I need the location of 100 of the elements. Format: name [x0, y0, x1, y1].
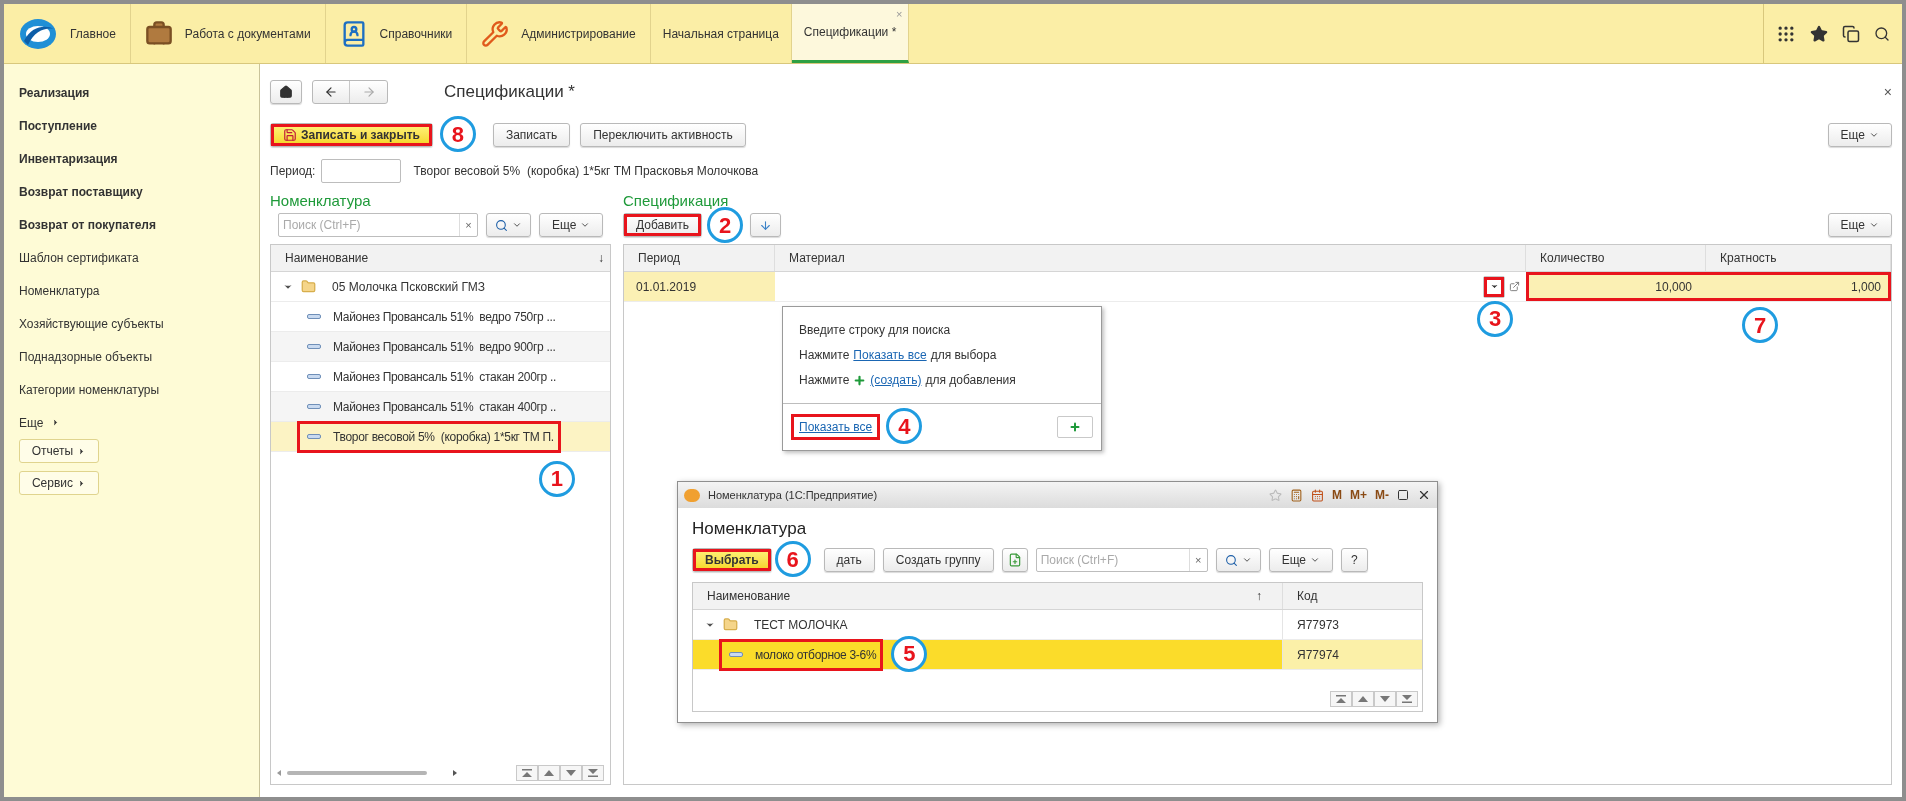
copy-add-button[interactable] [1001, 548, 1028, 572]
search-icon [1224, 553, 1238, 567]
search-button[interactable] [486, 213, 531, 237]
up-icon [544, 769, 554, 777]
toolbar-button[interactable]: Записать [492, 123, 571, 147]
section-title: Номенклатура [270, 191, 372, 211]
sidebar-item[interactable]: Хозяйствующие субъекты [19, 307, 259, 340]
sidebar-button[interactable]: Сервис [19, 471, 99, 495]
sidebar-item[interactable]: Возврат поставщику [19, 175, 259, 208]
search-field[interactable]: Поиск (Ctrl+F) × [1035, 548, 1208, 572]
period-field[interactable] [321, 159, 402, 183]
link[interactable]: Показать все [853, 346, 927, 364]
open-icon[interactable] [1509, 281, 1520, 292]
sidebar-item[interactable]: Поднадзорные объекты [19, 340, 259, 373]
first-button[interactable] [1330, 691, 1352, 707]
hint-text: для выбора [930, 347, 997, 364]
search-button[interactable] [1215, 548, 1261, 572]
last-button[interactable] [582, 765, 604, 781]
wrench-icon [481, 19, 510, 48]
section-button[interactable]: Справочники [325, 4, 468, 63]
up-button[interactable] [1352, 691, 1374, 707]
down-button[interactable] [1374, 691, 1396, 707]
scrollbar[interactable] [277, 768, 457, 778]
memory-button[interactable]: M [1332, 486, 1342, 504]
link[interactable]: (создать) [870, 371, 922, 389]
tab[interactable]: Начальная страница [650, 4, 792, 63]
column-header[interactable]: Код [1282, 583, 1422, 609]
search-field[interactable]: Поиск (Ctrl+F) × [278, 213, 478, 237]
sidebar-item[interactable]: Поступление [19, 109, 259, 142]
close-button[interactable]: × [1883, 81, 1892, 103]
item-icon [307, 374, 321, 379]
clear-button[interactable]: × [459, 214, 477, 236]
sidebar-item[interactable]: Категории номенклатуры [19, 373, 259, 406]
caret-icon [1310, 555, 1321, 565]
add-button[interactable] [1057, 416, 1093, 438]
up-button[interactable] [538, 765, 560, 781]
more-button[interactable]: Еще [1268, 548, 1334, 572]
sidebar-button[interactable]: Отчеты [19, 439, 99, 463]
highlight-frame [1484, 276, 1504, 297]
column-header[interactable]: Наименование [285, 249, 369, 267]
memory-button[interactable]: M+ [1350, 486, 1367, 504]
move-down-button[interactable] [750, 213, 782, 237]
column-header[interactable]: Кратность [1706, 245, 1891, 271]
tree-row[interactable]: Майонез Провансаль 51% ведро 900гр ... [271, 332, 610, 362]
sidebar-item[interactable]: Возврат от покупателя [19, 208, 259, 241]
down-button[interactable] [560, 765, 582, 781]
section-button[interactable]: Работа с документами [130, 4, 326, 63]
callout-number: 3 [1477, 300, 1513, 337]
column-header[interactable]: Период [624, 245, 775, 271]
last-button[interactable] [1396, 691, 1418, 707]
clear-button[interactable]: × [1188, 549, 1207, 571]
search-icon [495, 218, 508, 232]
memory-button[interactable]: M- [1375, 486, 1389, 504]
column-header[interactable]: Наименование ↑ [693, 583, 1282, 609]
close-icon[interactable] [1417, 488, 1431, 502]
toolbar-button[interactable]: Переключить активность [580, 123, 746, 147]
sort-indicator[interactable]: ↓ [598, 249, 604, 267]
up-icon [1358, 695, 1368, 703]
more-button[interactable]: Еще [1827, 213, 1892, 237]
plus-icon [1069, 421, 1081, 433]
sidebar-item[interactable]: Инвентаризация [19, 142, 259, 175]
star-icon[interactable] [1269, 488, 1282, 502]
column-header[interactable]: Материал [775, 245, 1526, 271]
folder-icon [723, 617, 738, 632]
toolbar-button[interactable]: Создать группу [882, 548, 994, 572]
last-icon [1402, 695, 1412, 703]
more-button[interactable]: Еще [539, 213, 604, 237]
logo-icon [18, 16, 58, 51]
first-button[interactable] [516, 765, 538, 781]
maximize-icon[interactable] [1397, 489, 1409, 501]
home-button[interactable] [270, 80, 302, 104]
toolbar-button[interactable]: дать [823, 548, 875, 572]
file-plus-icon [1007, 553, 1022, 567]
sort-indicator[interactable]: ↑ [1256, 587, 1262, 605]
section-button[interactable]: Администрирование [467, 4, 651, 63]
tree-row[interactable]: ТЕСТ МОЛОЧКА Я77973 [693, 610, 1422, 640]
callout-number: 6 [774, 541, 811, 577]
section-button[interactable]: Главное [4, 4, 131, 63]
star-icon[interactable] [1810, 24, 1828, 43]
caret-icon [1241, 555, 1252, 565]
help-button[interactable]: ? [1341, 548, 1368, 572]
tree-row[interactable]: Майонез Провансаль 51% стакан 400гр .. [271, 392, 610, 422]
item-icon [729, 652, 743, 657]
tab[interactable]: Спецификации * × [791, 4, 910, 63]
calculator-icon[interactable] [1290, 488, 1303, 502]
callout-number: 4 [886, 408, 923, 444]
sidebar-item[interactable]: Шаблон сертификата [19, 241, 259, 274]
sidebar-item[interactable]: Номенклатура [19, 274, 259, 307]
caption: Творог весовой 5% (коробка) 1*5кг ТМ Прасковья Молочкова [413, 163, 759, 180]
save-icon [283, 128, 297, 142]
calendar-icon[interactable] [1311, 488, 1324, 502]
sidebar-item[interactable]: Реализация [19, 76, 259, 109]
hint-text: Нажмите [799, 372, 850, 389]
more-button[interactable]: Еще [1827, 123, 1892, 147]
home-icon [279, 85, 293, 99]
sidebar-more[interactable]: Еще [19, 406, 259, 439]
briefcase-icon [144, 19, 173, 48]
search-icon[interactable] [1874, 25, 1890, 42]
copy-icon[interactable] [1842, 24, 1860, 43]
column-header[interactable]: Количество [1526, 245, 1706, 271]
